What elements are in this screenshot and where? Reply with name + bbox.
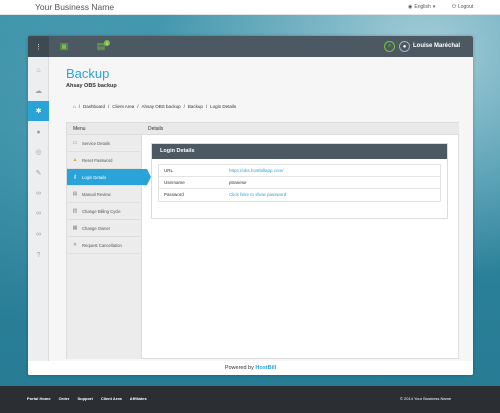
sidebar-help[interactable]: ?	[28, 245, 49, 265]
show-password-link[interactable]: Click here to show password	[229, 192, 286, 197]
row-key: Username	[164, 180, 185, 185]
search-button[interactable]: ⌕	[384, 41, 395, 52]
breadcrumb-item: Login Details	[210, 104, 237, 109]
owner-icon: ▦	[72, 225, 78, 231]
menu-item-service-details[interactable]: ▭ Service Details	[67, 135, 142, 152]
help-icon: ?	[36, 251, 41, 259]
cancel-icon: ✕	[72, 242, 78, 248]
inbox-tab[interactable]: ▣	[55, 39, 73, 54]
language-dropdown[interactable]: ◉ English ▾	[408, 4, 435, 10]
monitor-icon: ▭	[72, 140, 78, 146]
powered-by: Powered by HostBill	[28, 361, 473, 375]
username-value: ptranese	[229, 180, 247, 185]
breadcrumb-item[interactable]: Client Area	[112, 104, 134, 109]
menu-item-login-details[interactable]: ⚷ Login Details	[67, 169, 151, 186]
inbox-icon: ▣	[59, 41, 69, 51]
breadcrumb-item[interactable]: Ahsay OBS backup	[142, 104, 181, 109]
menu-dots-button[interactable]: ⋮	[28, 36, 49, 57]
sidebar-support[interactable]: ◎	[28, 142, 49, 162]
sidebar-link-1[interactable]: ∞	[28, 183, 49, 203]
logout-link[interactable]: ⏻ Logout	[452, 4, 473, 10]
home-icon: ⌂	[36, 66, 41, 74]
breadcrumb: ⌂ / Dashboard / Client Area / Ahsay OBS bac…	[73, 104, 237, 109]
cycle-icon: ▥	[72, 208, 78, 214]
search-icon: ⌕	[387, 43, 392, 49]
review-icon: ▤	[72, 191, 78, 197]
logout-label: Logout	[457, 4, 474, 10]
table-row: Username ptranese	[159, 177, 440, 189]
link-icon: ∞	[36, 189, 41, 197]
copyright: © 2014 Your Business Name	[400, 396, 452, 401]
footer-link-support[interactable]: Support	[77, 396, 92, 401]
hostbill-link[interactable]: HostBill	[255, 365, 276, 371]
home-icon[interactable]: ⌂	[73, 104, 76, 109]
menu-item-change-owner[interactable]: ▦ Change Owner	[67, 220, 142, 237]
dots-vertical-icon: ⋮	[35, 43, 42, 51]
menu-item-change-billing-cycle[interactable]: ▥ Change Billing Cycle	[67, 203, 142, 220]
service-menu: ▭ Service Details ▲ Reset Password ⚷ Login …	[67, 135, 151, 359]
service-panel: Menu Details ▭ Service Details ▲ Reset Pas…	[66, 122, 459, 359]
link-icon: ∞	[36, 230, 41, 238]
sidebar-link-2[interactable]: ∞	[28, 203, 49, 223]
row-key: URL	[164, 168, 174, 173]
sidebar-edit[interactable]: ✎	[28, 163, 49, 183]
lock-icon: ▲	[72, 157, 78, 163]
login-details-table: URL https://obs.hostbillapp.com/ Usernam…	[158, 164, 441, 202]
language-label: English	[414, 4, 431, 10]
details-header: Details	[142, 123, 459, 135]
page-subtitle: Ahsay OBS backup	[66, 83, 117, 89]
footer-link-affiliates[interactable]: Affiliates	[130, 396, 147, 401]
top-bar: Your Business Name ◉ English ▾ ⏻ Logout	[0, 0, 500, 15]
link-icon: ∞	[36, 209, 41, 217]
user-name[interactable]: Louise Maréchal	[413, 43, 460, 49]
gear-icon: ✱	[35, 108, 42, 115]
page-title: Backup	[66, 66, 110, 81]
table-row: Password Click here to show password	[159, 189, 440, 201]
key-icon: ⚷	[73, 174, 77, 180]
notification-badge: 1	[104, 40, 110, 46]
app-header: ⋮ ▣ ▤ 1 ⌕ ● Louise Maréchal	[28, 36, 473, 57]
breadcrumb-item[interactable]: Dashboard	[83, 104, 105, 109]
breadcrumb-item[interactable]: Backup	[188, 104, 203, 109]
caret-down-icon: ▾	[432, 4, 436, 10]
menu-item-request-cancellation[interactable]: ✕ Request Cancellation	[67, 237, 142, 254]
sidebar-link-3[interactable]: ∞	[28, 224, 49, 244]
lifebuoy-icon: ◎	[35, 149, 42, 156]
footer-link-order[interactable]: Order	[59, 396, 70, 401]
user-button[interactable]: ●	[399, 41, 410, 52]
url-link[interactable]: https://obs.hostbillapp.com/	[229, 168, 284, 173]
user-icon: ●	[36, 128, 41, 136]
menu-header: Menu	[67, 123, 142, 135]
table-row: URL https://obs.hostbillapp.com/	[159, 165, 440, 177]
sidebar-account[interactable]: ●	[28, 122, 49, 142]
globe-icon: ◉	[408, 4, 413, 10]
sidebar-services[interactable]: ✱	[28, 101, 49, 121]
app-window: ⋮ ▣ ▤ 1 ⌕ ● Louise Maréchal ⌂ ☁ ✱ ● ◎ ✎ …	[28, 36, 473, 375]
footer-link-portal-home[interactable]: Portal Home	[27, 396, 51, 401]
footer-links: Portal Home Order Support Client Area Af…	[27, 396, 147, 401]
brand-name[interactable]: Your Business Name	[35, 2, 114, 12]
footer-bar: Portal Home Order Support Client Area Af…	[0, 386, 500, 413]
cloud-icon: ☁	[35, 88, 42, 95]
sidebar-cloud[interactable]: ☁	[28, 81, 49, 101]
menu-item-reset-password[interactable]: ▲ Reset Password	[67, 152, 142, 169]
menu-item-manual-review[interactable]: ▤ Manual Review	[67, 186, 142, 203]
power-icon: ⏻	[452, 4, 456, 10]
pencil-icon: ✎	[35, 170, 42, 177]
row-key: Password	[164, 192, 184, 197]
user-icon: ●	[402, 43, 407, 50]
footer-link-client-area[interactable]: Client Area	[101, 396, 122, 401]
sidebar-home[interactable]: ⌂	[28, 60, 49, 80]
sidebar: ⌂ ☁ ✱ ● ◎ ✎ ∞ ∞ ∞ ?	[28, 57, 49, 375]
login-details-title: Login Details	[152, 144, 447, 159]
login-details-box: Login Details URL https://obs.hostbillap…	[151, 143, 448, 219]
